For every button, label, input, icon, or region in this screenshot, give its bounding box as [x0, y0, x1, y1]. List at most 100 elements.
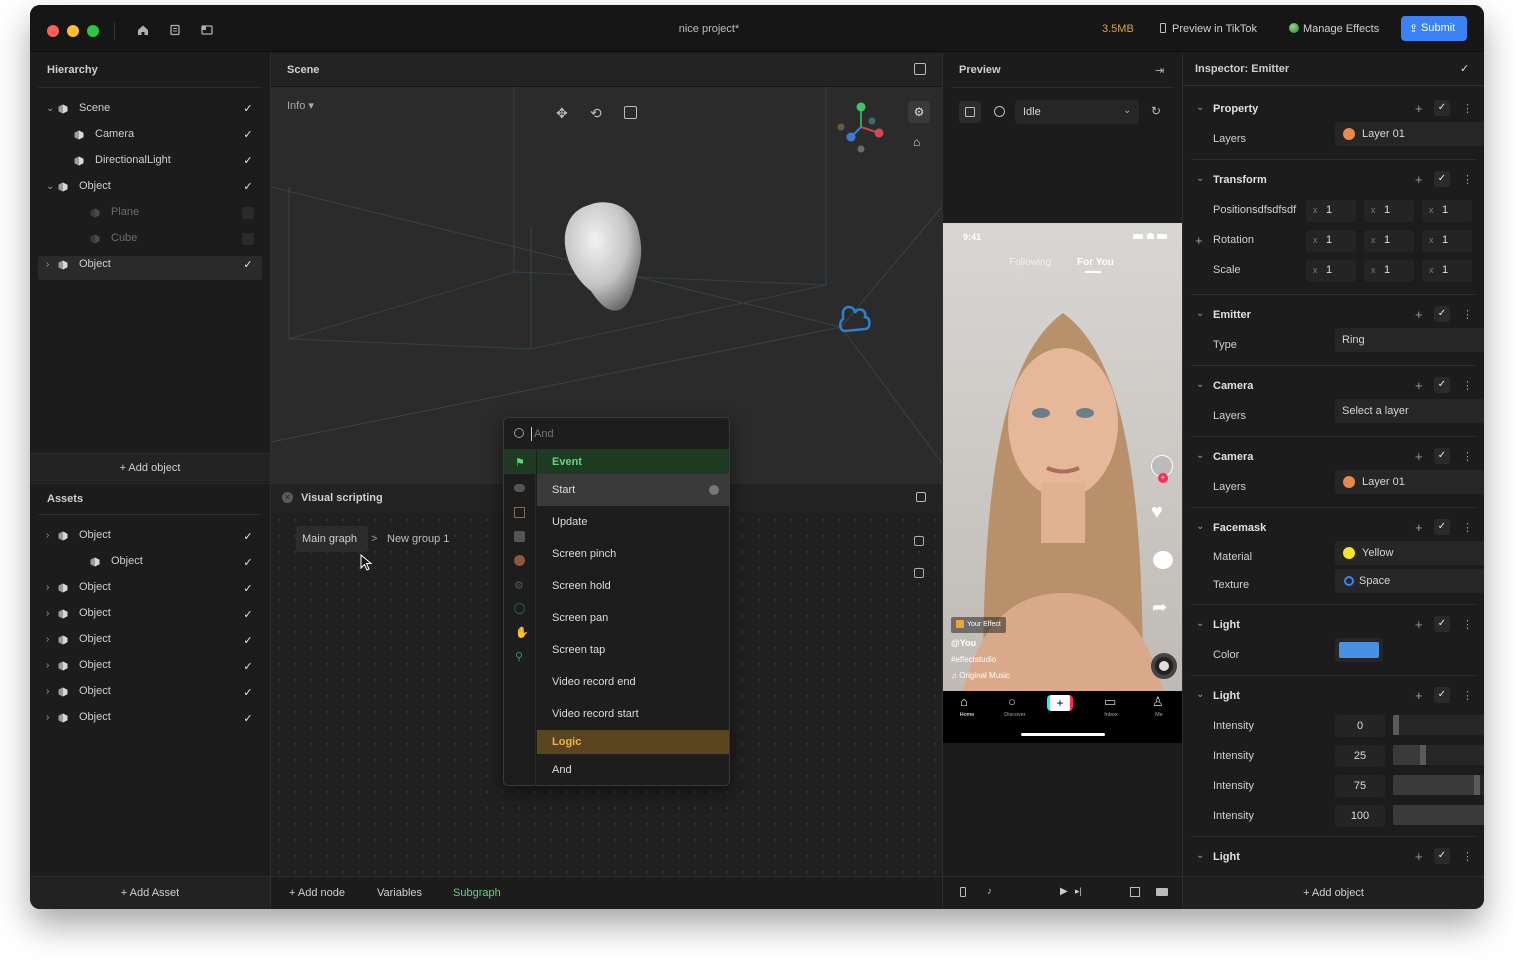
section-title-facemask[interactable]: Facemask [1213, 522, 1266, 534]
manage-effects-button[interactable]: Manage Effects [1289, 20, 1389, 40]
inspector-add-object-button[interactable]: + Add object [1183, 876, 1484, 909]
scene-settings-gear-icon[interactable]: ⚙ [908, 101, 930, 123]
visibility-checkbox[interactable]: ✓ [242, 635, 254, 647]
exit-preview-icon[interactable]: ⇥ [1155, 64, 1164, 77]
menu-item-and[interactable]: And [537, 756, 729, 784]
visibility-checkbox[interactable]: ✓ [242, 155, 254, 167]
tab-for-you[interactable]: For You [1077, 257, 1114, 268]
add-node-button[interactable]: + Add node [289, 887, 345, 899]
scene-home-icon[interactable]: ⌂ [913, 135, 920, 149]
add-icon[interactable]: + [1415, 172, 1423, 187]
submit-button[interactable]: ⇪ Submit [1401, 16, 1467, 41]
transform-z-input[interactable]: x1 [1422, 230, 1472, 252]
breadcrumb-main-graph[interactable]: Main graph [296, 526, 368, 552]
rotate-tool-icon[interactable]: ⟲ [590, 105, 602, 122]
phone-nav-item[interactable]: ⌂ Home [955, 693, 979, 721]
crop-icon[interactable] [1130, 887, 1140, 897]
enable-checkbox[interactable]: ✓ [1434, 448, 1450, 464]
phone-nav-item[interactable]: ♙ Me [1147, 693, 1171, 721]
asset-item[interactable] [38, 527, 262, 551]
preview-in-tiktok-button[interactable]: Preview in TikTok [1160, 20, 1280, 40]
chevron-down-icon[interactable]: ⌄ [1196, 102, 1204, 113]
play-icon[interactable]: ▶ [1060, 886, 1068, 897]
chevron-down-icon[interactable]: ⌄ [1196, 173, 1204, 184]
asset-item[interactable] [38, 553, 262, 577]
visibility-checkbox[interactable]: ✓ [242, 687, 254, 699]
intensity-input[interactable]: 75 [1335, 775, 1385, 797]
transform-y-input[interactable]: x1 [1364, 200, 1414, 222]
chevron-right-icon[interactable]: › [46, 686, 49, 697]
video-camera-icon[interactable] [1156, 888, 1168, 896]
intensity-slider[interactable] [1393, 745, 1484, 765]
hierarchy-item[interactable] [38, 126, 262, 150]
more-icon[interactable]: ⋮ [1462, 521, 1473, 534]
transform-x-input[interactable]: x1 [1306, 200, 1356, 222]
asset-item[interactable] [38, 683, 262, 707]
preview-state-dropdown[interactable]: Idle ⌄ [1015, 100, 1139, 124]
comment-icon[interactable] [1153, 551, 1173, 569]
intensity-input[interactable]: 25 [1335, 745, 1385, 767]
phone-nav-item[interactable]: + [1047, 693, 1075, 721]
subgraph-tab[interactable]: Subgraph [453, 887, 501, 899]
transform-y-input[interactable]: x1 [1364, 230, 1414, 252]
intensity-slider[interactable] [1393, 775, 1484, 795]
enable-checkbox[interactable]: ✓ [1434, 306, 1450, 322]
intensity-input[interactable]: 100 [1335, 805, 1385, 827]
device-icon[interactable] [960, 887, 966, 897]
enable-checkbox[interactable]: ✓ [1434, 377, 1450, 393]
step-forward-icon[interactable]: ▸| [1075, 886, 1082, 897]
info-icon[interactable] [709, 485, 719, 495]
chevron-right-icon[interactable]: › [46, 608, 49, 619]
chevron-right-icon[interactable]: › [46, 634, 49, 645]
dock-icon[interactable] [916, 492, 926, 502]
axis-gizmo[interactable] [831, 99, 891, 155]
phone-preview[interactable]: 9:41 Following For You + ♥ ➦ Your Effect… [943, 223, 1182, 743]
scale-tool-icon[interactable] [624, 106, 637, 119]
chevron-right-icon[interactable]: › [46, 582, 49, 593]
globe-icon[interactable] [514, 603, 525, 614]
visibility-checkbox[interactable]: ✓ [242, 259, 254, 271]
menu-item-screen-hold[interactable]: Screen hold [537, 570, 729, 602]
visibility-checkbox[interactable]: ✓ [242, 661, 254, 673]
inspector-check-icon[interactable]: ✓ [1460, 62, 1469, 75]
chevron-down-icon[interactable]: ⌄ [46, 103, 54, 114]
section-title-property[interactable]: Property [1213, 103, 1258, 115]
section-title-emitter[interactable]: Emitter [1213, 309, 1251, 321]
visibility-checkbox-off[interactable] [242, 233, 254, 245]
chevron-down-icon[interactable]: ⌄ [1196, 521, 1204, 532]
hierarchy-item[interactable] [38, 256, 262, 280]
tiktok-icon[interactable]: ♪ [987, 886, 992, 897]
visibility-checkbox[interactable]: ✓ [242, 609, 254, 621]
chevron-down-icon[interactable]: ⌄ [1196, 850, 1204, 861]
enable-checkbox[interactable]: ✓ [1434, 171, 1450, 187]
menu-item-video-record-end[interactable]: Video record end [537, 666, 729, 698]
add-icon[interactable]: + [1415, 101, 1423, 116]
move-tool-icon[interactable]: ✥ [556, 105, 568, 122]
hierarchy-item[interactable] [38, 100, 262, 124]
calculator-icon[interactable] [514, 531, 525, 542]
menu-item-screen-pan[interactable]: Screen pan [537, 602, 729, 634]
add-icon[interactable]: + [1415, 449, 1423, 464]
node-search-input[interactable] [534, 425, 714, 443]
music-disc-icon[interactable] [1151, 653, 1177, 679]
variables-tab[interactable]: Variables [377, 887, 422, 899]
asset-item[interactable] [38, 657, 262, 681]
intensity-slider[interactable] [1393, 715, 1484, 735]
inspector-dropdown[interactable]: Ring⌄ [1335, 328, 1484, 352]
transform-x-input[interactable]: x1 [1306, 260, 1356, 282]
share-icon[interactable]: ➦ [1152, 597, 1167, 618]
hand-icon[interactable]: ✋ [515, 626, 529, 639]
add-icon[interactable]: + [1415, 520, 1423, 535]
more-icon[interactable]: ⋮ [1462, 618, 1473, 631]
chevron-down-icon[interactable]: ⌄ [1196, 450, 1204, 461]
chevron-down-icon[interactable]: ⌄ [1196, 618, 1204, 629]
inspector-dropdown[interactable]: Layer 01⌄ [1335, 470, 1484, 494]
refresh-icon[interactable]: ↻ [1151, 104, 1161, 118]
chevron-right-icon[interactable]: › [46, 259, 49, 270]
chevron-down-icon[interactable]: ⌄ [46, 181, 54, 192]
clock-icon[interactable] [514, 555, 525, 566]
transform-z-input[interactable]: x1 [1422, 200, 1472, 222]
hierarchy-item[interactable] [38, 204, 262, 228]
phone-nav-item[interactable]: ▭ Inbox [1099, 693, 1123, 721]
more-icon[interactable]: ⋮ [1462, 689, 1473, 702]
